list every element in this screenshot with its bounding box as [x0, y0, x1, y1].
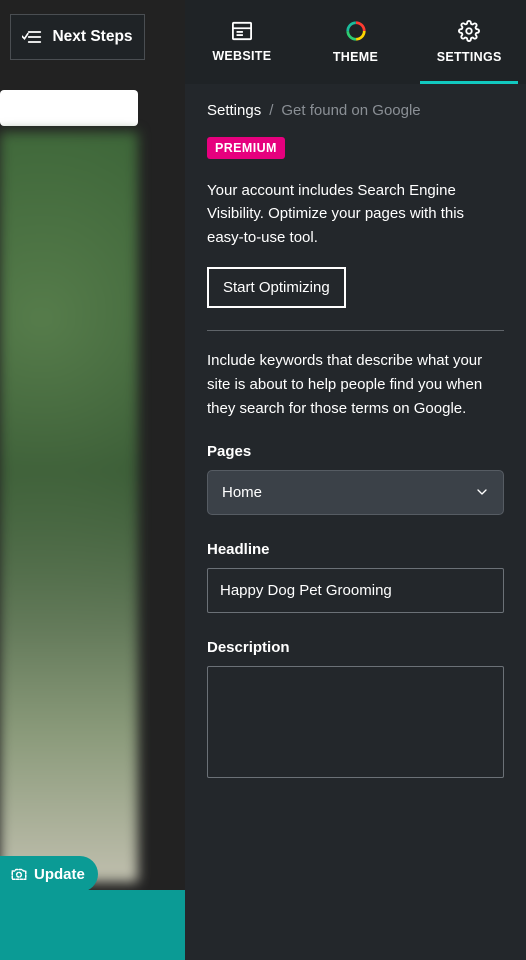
next-steps-button[interactable]: Next Steps — [10, 14, 145, 60]
panel-body: Settings / Get found on Google PREMIUM Y… — [185, 84, 526, 783]
pages-label: Pages — [207, 443, 504, 460]
premium-description: Your account includes Search Engine Visi… — [207, 179, 504, 249]
camera-icon — [10, 865, 28, 883]
website-icon — [231, 21, 253, 41]
preview-hero-image — [0, 132, 138, 882]
description-textarea[interactable] — [207, 666, 504, 778]
gear-icon — [458, 20, 480, 42]
site-preview-pane: Update — [0, 0, 185, 960]
preview-footer-block — [0, 890, 185, 960]
pages-select[interactable]: Home — [207, 470, 504, 515]
settings-panel: WEBSITE THEME SETTINGS Settings / Get fo… — [185, 0, 526, 960]
headline-label: Headline — [207, 541, 504, 558]
tab-settings-label: SETTINGS — [437, 50, 502, 64]
tab-website-label: WEBSITE — [212, 49, 271, 63]
next-steps-label: Next Steps — [52, 28, 132, 46]
section-divider — [207, 330, 504, 331]
headline-input[interactable] — [207, 568, 504, 613]
breadcrumb-sep: / — [269, 102, 273, 119]
premium-badge: PREMIUM — [207, 137, 285, 159]
breadcrumb-root[interactable]: Settings — [207, 102, 261, 119]
keywords-help-text: Include keywords that describe what your… — [207, 349, 504, 421]
description-label: Description — [207, 639, 504, 656]
preview-header-placeholder — [0, 90, 138, 126]
checklist-icon — [22, 29, 42, 45]
tab-settings[interactable]: SETTINGS — [412, 0, 526, 84]
theme-icon — [345, 20, 367, 42]
update-label: Update — [34, 866, 85, 883]
update-button[interactable]: Update — [0, 856, 98, 892]
tab-theme[interactable]: THEME — [299, 0, 413, 84]
config-tabs: WEBSITE THEME SETTINGS — [185, 0, 526, 84]
tab-theme-label: THEME — [333, 50, 378, 64]
start-optimizing-button[interactable]: Start Optimizing — [207, 267, 346, 308]
breadcrumb-current: Get found on Google — [281, 102, 420, 119]
tab-website[interactable]: WEBSITE — [185, 0, 299, 84]
breadcrumb: Settings / Get found on Google — [207, 102, 504, 119]
